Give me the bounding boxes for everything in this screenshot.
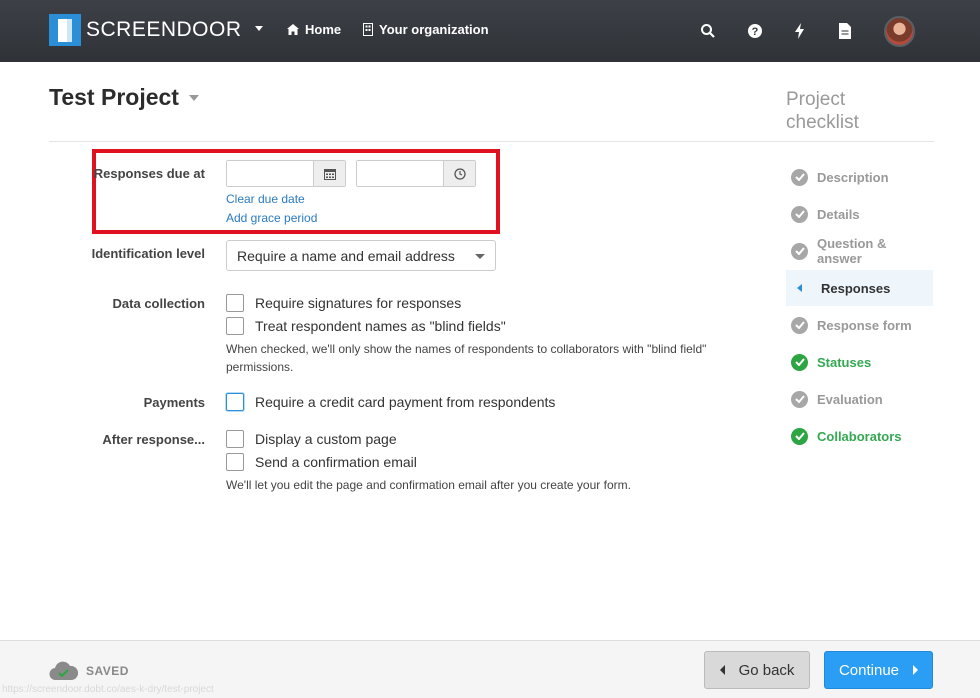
checklist-item-responses[interactable]: Responses bbox=[786, 270, 933, 306]
custom-page-checkbox[interactable] bbox=[226, 430, 244, 448]
require-signatures-label: Require signatures for responses bbox=[255, 295, 462, 311]
nav-home-label: Home bbox=[305, 22, 342, 37]
due-time-input[interactable] bbox=[357, 161, 443, 186]
divider bbox=[49, 141, 934, 142]
payments-label: Payments bbox=[143, 395, 205, 410]
blind-fields-help: When checked, we'll only show the names … bbox=[226, 340, 706, 376]
custom-page-option[interactable]: Display a custom page bbox=[226, 430, 397, 448]
cloud-check-icon bbox=[49, 661, 78, 680]
top-navbar: SCREENDOOR Home Your organization ? bbox=[0, 0, 980, 62]
checklist-item-label: Statuses bbox=[817, 354, 872, 370]
checklist-item-description[interactable]: Description bbox=[786, 159, 933, 195]
check-circle-icon bbox=[791, 168, 808, 186]
project-title-menu[interactable]: Test Project bbox=[49, 84, 199, 111]
brand-name: SCREENDOOR bbox=[86, 18, 242, 41]
chevron-right-icon bbox=[913, 665, 919, 675]
page-title: Test Project bbox=[49, 84, 179, 110]
check-circle-icon bbox=[791, 205, 808, 223]
saved-label: SAVED bbox=[86, 663, 129, 678]
checklist-item-label: Response form bbox=[817, 317, 912, 333]
checklist-item-label: Description bbox=[817, 169, 889, 185]
require-signatures-option[interactable]: Require signatures for responses bbox=[226, 294, 461, 312]
brand-menu[interactable]: SCREENDOOR bbox=[49, 14, 263, 46]
calendar-icon bbox=[323, 168, 336, 180]
search-icon[interactable] bbox=[700, 23, 716, 39]
responses-due-label: Responses due at bbox=[93, 166, 205, 181]
chevron-left-icon bbox=[797, 284, 802, 292]
checklist-item-response-form[interactable]: Response form bbox=[786, 307, 933, 343]
identification-level-value: Require a name and email address bbox=[237, 248, 455, 264]
require-signatures-checkbox[interactable] bbox=[226, 294, 244, 312]
identification-level-label: Identification level bbox=[91, 246, 205, 261]
blind-fields-help-line1: When checked, we'll only show the names … bbox=[226, 342, 707, 356]
credit-card-label: Require a credit card payment from respo… bbox=[255, 394, 556, 410]
continue-label: Continue bbox=[838, 661, 900, 679]
bolt-icon[interactable] bbox=[792, 23, 808, 39]
identification-level-select[interactable]: Require a name and email address bbox=[226, 240, 496, 271]
chevron-down-icon bbox=[188, 94, 199, 101]
screendoor-logo-icon bbox=[49, 14, 81, 46]
svg-text:?: ? bbox=[752, 26, 759, 38]
help-icon[interactable]: ? bbox=[747, 23, 763, 39]
checklist-item-label: Responses bbox=[821, 280, 891, 296]
checklist-item-label: Question & answer bbox=[817, 236, 887, 266]
go-back-button[interactable]: Go back bbox=[704, 651, 810, 689]
checklist-title: Project checklist bbox=[786, 88, 859, 134]
clear-due-date-link[interactable]: Clear due date bbox=[226, 192, 305, 206]
checklist-title-line2: checklist bbox=[786, 112, 859, 133]
user-avatar[interactable] bbox=[884, 16, 915, 47]
check-circle-icon bbox=[791, 353, 808, 371]
checklist-item-question-answer[interactable]: Question & answer bbox=[786, 233, 933, 269]
credit-card-checkbox[interactable] bbox=[226, 393, 244, 411]
nav-organization-link[interactable]: Your organization bbox=[363, 22, 489, 37]
go-back-label: Go back bbox=[738, 661, 795, 679]
confirmation-email-option[interactable]: Send a confirmation email bbox=[226, 453, 417, 471]
chevron-down-icon bbox=[254, 26, 263, 31]
nav-home-link[interactable]: Home bbox=[287, 22, 341, 37]
checklist-item-label: Evaluation bbox=[817, 391, 883, 407]
status-bar-url: https://screendoor.dobt.co/aes-k-dry/tes… bbox=[2, 684, 214, 695]
credit-card-option[interactable]: Require a credit card payment from respo… bbox=[226, 393, 555, 411]
saved-status: SAVED bbox=[49, 661, 129, 680]
building-icon bbox=[363, 23, 373, 36]
home-icon bbox=[287, 24, 299, 35]
chevron-left-icon bbox=[719, 665, 725, 675]
confirmation-email-label: Send a confirmation email bbox=[255, 454, 417, 470]
checklist-item-label: Details bbox=[817, 206, 860, 222]
checklist-item-statuses[interactable]: Statuses bbox=[786, 344, 933, 380]
document-icon[interactable] bbox=[837, 23, 853, 39]
calendar-button[interactable] bbox=[313, 161, 345, 186]
due-date-picker bbox=[226, 160, 346, 187]
checklist-item-label: Collaborators bbox=[817, 428, 902, 444]
checklist-item-collaborators[interactable]: Collaborators bbox=[786, 418, 933, 454]
add-grace-period-link[interactable]: Add grace period bbox=[226, 211, 317, 225]
clock-button[interactable] bbox=[443, 161, 475, 186]
blind-fields-option[interactable]: Treat respondent names as "blind fields" bbox=[226, 317, 506, 335]
continue-button[interactable]: Continue bbox=[824, 651, 933, 689]
check-circle-icon bbox=[791, 242, 808, 260]
clock-icon bbox=[453, 167, 466, 180]
due-date-input[interactable] bbox=[227, 161, 313, 186]
blind-fields-label: Treat respondent names as "blind fields" bbox=[255, 318, 506, 334]
confirmation-email-checkbox[interactable] bbox=[226, 453, 244, 471]
after-response-help: We'll let you edit the page and confirma… bbox=[226, 478, 631, 492]
check-circle-icon bbox=[791, 427, 808, 445]
check-circle-icon bbox=[791, 390, 808, 408]
due-time-picker bbox=[356, 160, 476, 187]
check-circle-icon bbox=[791, 316, 808, 334]
checklist-title-line1: Project bbox=[786, 89, 846, 110]
data-collection-label: Data collection bbox=[112, 296, 205, 311]
blind-fields-help-line2: permissions. bbox=[226, 360, 294, 374]
chevron-down-icon bbox=[475, 254, 485, 259]
custom-page-label: Display a custom page bbox=[255, 431, 397, 447]
blind-fields-checkbox[interactable] bbox=[226, 317, 244, 335]
after-response-label: After response... bbox=[102, 432, 205, 447]
nav-organization-label: Your organization bbox=[379, 22, 489, 37]
checklist-item-details[interactable]: Details bbox=[786, 196, 933, 232]
checklist-item-evaluation[interactable]: Evaluation bbox=[786, 381, 933, 417]
